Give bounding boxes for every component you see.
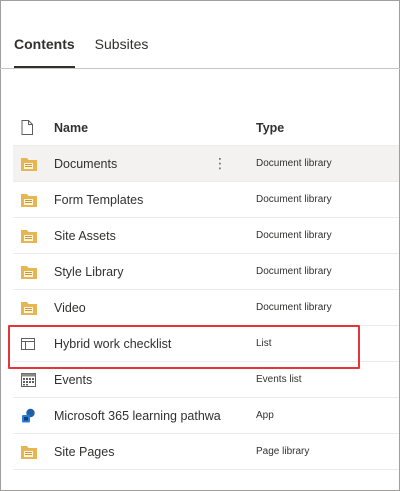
- item-name[interactable]: Hybrid work checklist: [54, 337, 256, 351]
- more-options-icon[interactable]: ⋮: [213, 154, 227, 172]
- list-item-video[interactable]: Video Document library: [13, 290, 399, 326]
- app-icon: [21, 408, 36, 423]
- list-item-form-templates[interactable]: Form Templates Document library: [13, 182, 399, 218]
- tab-divider: [0, 68, 400, 69]
- file-type-header-icon[interactable]: [13, 120, 54, 135]
- list-item-events[interactable]: Events Events list: [13, 362, 399, 398]
- name-column-header[interactable]: Name: [54, 121, 256, 135]
- item-name[interactable]: Events: [54, 373, 256, 387]
- item-type: Document library: [256, 266, 332, 277]
- item-type: Document library: [256, 194, 332, 205]
- folder-icon: [21, 193, 37, 207]
- list-header: Name Type: [13, 110, 399, 146]
- list-item-documents[interactable]: Documents Document library ⋮: [13, 146, 399, 182]
- tab-bar: Contents Subsites: [14, 30, 149, 68]
- item-name[interactable]: Form Templates: [54, 193, 256, 207]
- folder-icon: [21, 265, 37, 279]
- item-name[interactable]: Site Assets: [54, 229, 256, 243]
- tab-subsites[interactable]: Subsites: [95, 30, 149, 64]
- folder-icon: [21, 157, 37, 171]
- type-column-header[interactable]: Type: [256, 121, 399, 135]
- item-name[interactable]: Site Pages: [54, 445, 256, 459]
- item-type: Document library: [256, 230, 332, 241]
- calendar-icon: [21, 372, 36, 387]
- list-icon: [21, 337, 35, 350]
- item-type: Page library: [256, 446, 310, 457]
- folder-icon: [21, 301, 37, 315]
- list-item-microsoft-365-learning-pathways[interactable]: Microsoft 365 learning pathwa App: [13, 398, 399, 434]
- folder-icon: [21, 229, 37, 243]
- list-item-site-pages[interactable]: Site Pages Page library: [13, 434, 399, 470]
- list-item-hybrid-work-checklist[interactable]: Hybrid work checklist List: [13, 326, 399, 362]
- contents-list: Name Type Documents Document library ⋮ F…: [13, 110, 399, 470]
- list-item-site-assets[interactable]: Site Assets Document library: [13, 218, 399, 254]
- item-type: Document library: [256, 302, 332, 313]
- item-type: Events list: [256, 374, 302, 385]
- item-type: Document library: [256, 158, 332, 169]
- item-type: List: [256, 338, 272, 349]
- item-name[interactable]: Style Library: [54, 265, 256, 279]
- list-item-style-library[interactable]: Style Library Document library: [13, 254, 399, 290]
- folder-icon: [21, 445, 37, 459]
- item-type: App: [256, 410, 274, 421]
- tab-contents[interactable]: Contents: [14, 30, 75, 68]
- item-name[interactable]: Microsoft 365 learning pathwa: [54, 409, 256, 423]
- item-name[interactable]: Video: [54, 301, 256, 315]
